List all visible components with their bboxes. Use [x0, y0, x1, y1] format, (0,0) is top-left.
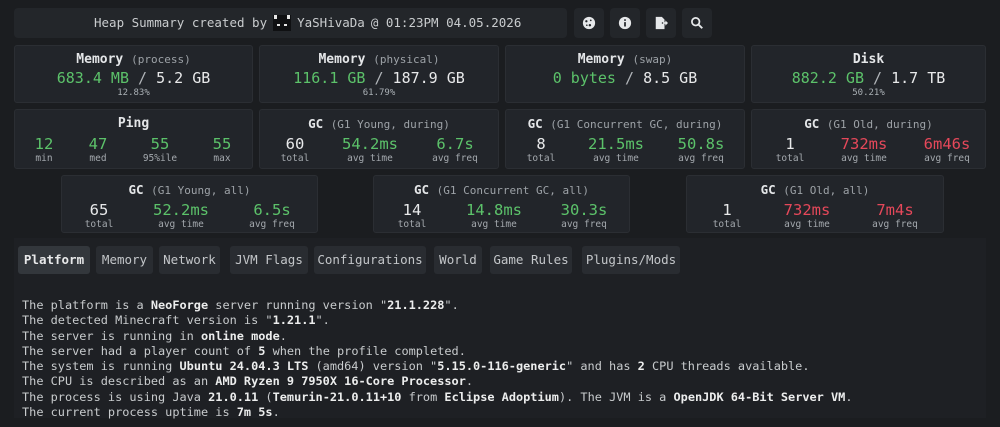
tab-jvm-flags[interactable]: JVM Flags — [230, 246, 308, 274]
gc-g1-old-during-panel: GC (G1 Old, during) 1 total 732ms avg time… — [751, 109, 986, 169]
user-name: YaSHivaDa — [297, 15, 365, 30]
tab-platform[interactable]: Platform — [18, 246, 90, 274]
memory-swap-panel: Memory (swap) 0 bytes / 8.5 GB — [505, 45, 745, 103]
tab-memory[interactable]: Memory — [96, 246, 153, 274]
cookie-button[interactable] — [574, 8, 604, 38]
export-icon — [655, 16, 668, 30]
tab-game-rules[interactable]: Game Rules — [490, 246, 572, 274]
disk-panel: Disk 882.2 GB / 1.7 TB 50.21% — [751, 45, 986, 103]
tab-configurations[interactable]: Configurations — [314, 246, 426, 274]
gc-g1-old-all-panel: GC (G1 Old, all) 1 total 732ms avg time 7m… — [686, 175, 944, 233]
gc-g1-concurrent-all-panel: GC (G1 Concurrent GC, all) 14 total 14.8m… — [373, 175, 630, 233]
player-count-line: The server had a player count of 5 when … — [22, 343, 466, 358]
user-avatar-icon — [273, 15, 292, 31]
info-button[interactable] — [610, 8, 640, 38]
cpu-line: The CPU is described as an AMD Ryzen 9 7… — [22, 374, 474, 389]
uptime-line: The current process uptime is 7m 5s. — [22, 405, 280, 420]
heap-summary-title: Heap Summary created by YaSHivaDa @ 01:2… — [94, 8, 521, 38]
header-bar: Heap Summary created by YaSHivaDa @ 01:2… — [14, 8, 567, 38]
search-icon — [691, 17, 703, 29]
online-mode-line: The server is running in online mode. — [22, 328, 287, 343]
search-button[interactable] — [682, 8, 712, 38]
tab-plugins-mods[interactable]: Plugins/Mods — [582, 246, 680, 274]
ping-panel: Ping 12 min 47 med 55 95%ile 55 max — [14, 109, 253, 169]
gc-g1-young-during-panel: GC (G1 Young, during) 60 total 54.2ms avg … — [259, 109, 499, 169]
system-line: The system is running Ubuntu 24.04.3 LTS… — [22, 359, 810, 374]
cookie-icon — [582, 16, 596, 30]
gc-g1-young-all-panel: GC (G1 Young, all) 65 total 52.2ms avg tim… — [61, 175, 318, 233]
platform-line: The platform is a NeoForge server runnin… — [22, 298, 459, 312]
info-icon — [618, 16, 632, 30]
tab-world[interactable]: World — [434, 246, 482, 274]
minecraft-version-line: The detected Minecraft version is "1.21.… — [22, 313, 330, 328]
memory-process-panel: Memory (process) 683.4 MB / 5.2 GB 12.83… — [14, 45, 253, 103]
tab-network[interactable]: Network — [159, 246, 220, 274]
memory-physical-panel: Memory (physical) 116.1 GB / 187.9 GB 61… — [259, 45, 499, 103]
gc-g1-concurrent-during-panel: GC (G1 Concurrent GC, during) 8 total 21.… — [505, 109, 745, 169]
java-line: The process is using Java 21.0.11 (Temur… — [22, 389, 853, 404]
platform-info: The platform is a NeoForge server runnin… — [22, 298, 852, 420]
export-button[interactable] — [646, 8, 676, 38]
